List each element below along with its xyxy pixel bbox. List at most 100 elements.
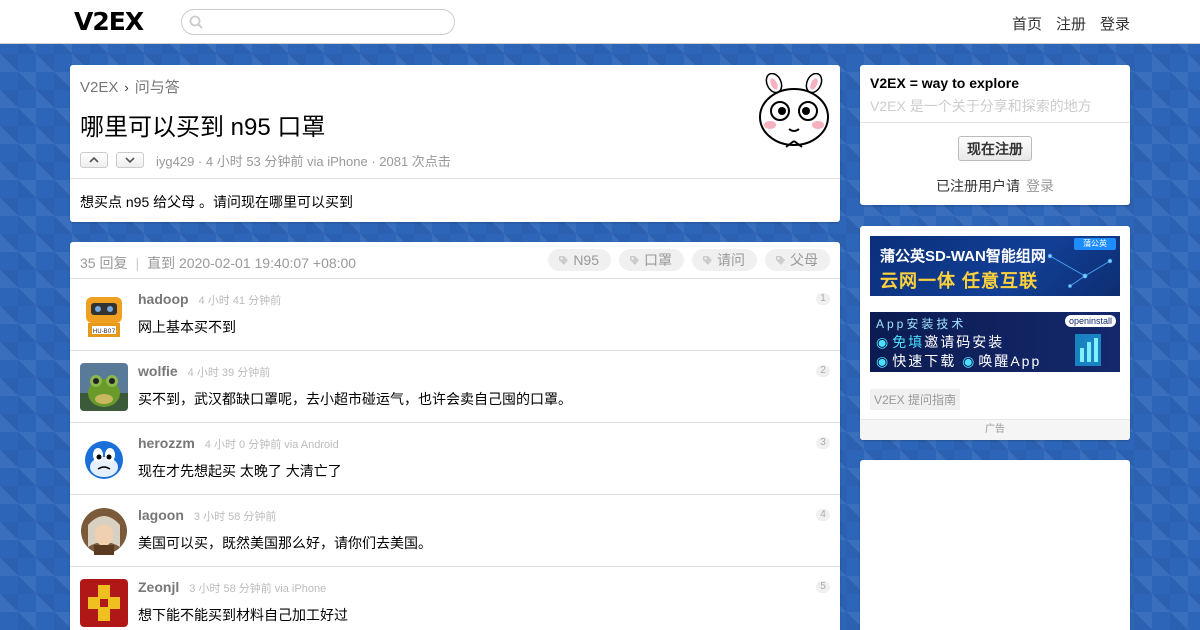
reply-item: HU-B07 hadoop 4 小时 41 分钟前 网上基本买不到 1 xyxy=(70,278,840,350)
upvote-button[interactable] xyxy=(80,152,108,168)
ad-text: 免填 xyxy=(892,334,925,350)
nav-login[interactable]: 登录 xyxy=(1100,16,1130,33)
reply-until: 直到 2020-02-01 19:40:07 +08:00 xyxy=(147,255,357,271)
reply-time: 3 小时 58 分钟前 via iPhone xyxy=(189,583,327,595)
user-avatar[interactable] xyxy=(80,363,128,411)
tag-icon xyxy=(776,255,785,265)
ad-banner-pgy[interactable]: 蒲公英SD-WAN智能组网 云网一体 任意互联 蒲公英 xyxy=(870,236,1120,296)
reply-body: 想下能不能买到材料自己加工好过 xyxy=(138,607,348,623)
sidebar-title: V2EX = way to explore xyxy=(870,75,1020,91)
welcome-box: V2EX = way to explore V2EX 是一个关于分享和探索的地方… xyxy=(860,65,1130,205)
username[interactable]: Zeonjl xyxy=(138,579,179,595)
divider xyxy=(860,122,1130,123)
login-prompt: 已注册用户请 登录 xyxy=(860,176,1130,196)
top-bar: V2EX 首页 注册 登录 xyxy=(0,0,1200,44)
reply-number: 2 xyxy=(816,365,830,377)
ad-brand-badge: 蒲公英 xyxy=(1074,238,1116,250)
username[interactable]: lagoon xyxy=(138,507,184,523)
reply-number: 4 xyxy=(816,509,830,521)
reply-user[interactable]: lagoon 3 小时 58 分钟前 xyxy=(138,507,276,524)
ads-box: 蒲公英SD-WAN智能组网 云网一体 任意互联 蒲公英 App安装技术 ◉ 免填邀… xyxy=(860,226,1130,440)
ad-headline: App安装技术 xyxy=(876,317,967,331)
tag[interactable]: 口罩 xyxy=(619,249,684,271)
author-avatar[interactable] xyxy=(756,73,832,149)
breadcrumb-separator: › xyxy=(124,80,129,95)
ad-line-3: ◉ 快速下载 ◉ 唤醒App xyxy=(876,351,1041,371)
reply-body: 网上基本买不到 xyxy=(138,319,236,335)
nav-register[interactable]: 注册 xyxy=(1056,16,1086,33)
reply-time: 4 小时 41 分钟前 xyxy=(198,295,282,307)
reply-user[interactable]: Zeonjl 3 小时 58 分钟前 via iPhone xyxy=(138,579,326,596)
tag-icon xyxy=(630,255,639,265)
reply-item: lagoon 3 小时 58 分钟前 美国可以买，既然美国那么好，请你们去美国。 … xyxy=(70,494,840,566)
search-input[interactable] xyxy=(210,13,446,31)
tag-icon xyxy=(703,255,712,265)
reply-number: 1 xyxy=(816,293,830,305)
topic-box: V2EX › 问与答 哪里可以买到 n95 口罩 iyg429 · 4 小时 53 … xyxy=(70,65,840,222)
site-logo[interactable]: V2EX xyxy=(74,7,144,36)
tag-label: N95 xyxy=(573,252,599,268)
reply-item: wolfie 4 小时 39 分钟前 买不到，武汉都缺口罩呢，去小超市碰运气，也许… xyxy=(70,350,840,422)
reply-item: Zeonjl 3 小时 58 分钟前 via iPhone 想下能不能买到材料自己… xyxy=(70,566,840,630)
breadcrumb-node[interactable]: 问与答 xyxy=(135,79,180,96)
search-box[interactable] xyxy=(181,9,455,35)
reply-count: 35 回复 xyxy=(80,255,128,271)
ad-banner-openinstall[interactable]: App安装技术 ◉ 免填邀请码安装 ◉ 快速下载 ◉ 唤醒App openinstal… xyxy=(870,312,1120,372)
divider xyxy=(70,178,840,179)
reply-body: 现在才先想起买 太晚了 大清亡了 xyxy=(138,463,342,479)
reply-number: 3 xyxy=(816,437,830,449)
tag[interactable]: 父母 xyxy=(765,249,830,271)
tag[interactable]: 请问 xyxy=(692,249,757,271)
reply-time: 4 小时 0 分钟前 via Android xyxy=(204,439,339,451)
bullet-icon: ◉ xyxy=(876,334,891,350)
tag[interactable]: N95 xyxy=(548,249,611,271)
user-avatar[interactable] xyxy=(80,435,128,483)
ad-footer-label: 广告 xyxy=(860,419,1130,440)
breadcrumb: V2EX › 问与答 xyxy=(80,76,180,97)
ad-line-2: ◉ 免填邀请码安装 xyxy=(876,332,1004,352)
replies-header: 35 回复 | 直到 2020-02-01 19:40:07 +08:00 xyxy=(80,253,356,273)
replies-box: 35 回复 | 直到 2020-02-01 19:40:07 +08:00 N95 … xyxy=(70,242,840,630)
tag-label: 请问 xyxy=(717,252,745,268)
reply-number: 5 xyxy=(816,581,830,593)
ad-brand-badge: openinstall xyxy=(1064,315,1116,327)
username[interactable]: wolfie xyxy=(138,363,178,379)
register-button[interactable]: 现在注册 xyxy=(958,136,1032,161)
separator: | xyxy=(135,255,140,271)
ad-headline: 蒲公英SD-WAN智能组网 xyxy=(880,248,1046,265)
ad-text: 邀请码安装 xyxy=(924,334,1005,350)
username[interactable]: herozzm xyxy=(138,435,195,451)
tag-label: 口罩 xyxy=(644,252,672,268)
user-avatar[interactable] xyxy=(80,507,128,555)
sidebar-subtitle: V2EX 是一个关于分享和探索的地方 xyxy=(870,98,1092,114)
topic-meta: iyg429 · 4 小时 53 分钟前 via iPhone · 2081 次… xyxy=(156,154,451,169)
bullet-icon: ◉ xyxy=(876,353,891,369)
bullet-icon: ◉ xyxy=(962,353,977,369)
reply-user[interactable]: herozzm 4 小时 0 分钟前 via Android xyxy=(138,435,339,452)
ask-guide-link[interactable]: V2EX 提问指南 xyxy=(870,389,961,410)
tag-list: N95 口罩 请问 父母 xyxy=(548,249,830,271)
reply-body: 买不到，武汉都缺口罩呢，去小超市碰运气，也许会卖自己囤的口罩。 xyxy=(138,391,572,407)
user-avatar[interactable] xyxy=(80,579,128,627)
topic-title: 哪里可以买到 n95 口罩 xyxy=(80,114,326,141)
reply-body: 美国可以买，既然美国那么好，请你们去美国。 xyxy=(138,535,432,551)
downvote-button[interactable] xyxy=(116,152,144,168)
ad-text: 唤醒App xyxy=(978,353,1042,369)
nav-home[interactable]: 首页 xyxy=(1012,16,1042,33)
tag-label: 父母 xyxy=(790,252,818,268)
user-avatar[interactable]: HU-B07 xyxy=(80,291,128,339)
login-link[interactable]: 登录 xyxy=(1026,178,1054,194)
chevron-down-icon xyxy=(125,157,135,164)
login-prompt-text: 已注册用户请 xyxy=(936,178,1020,194)
chevron-up-icon xyxy=(89,156,99,163)
svg-text:HU-B07: HU-B07 xyxy=(93,328,116,335)
username[interactable]: hadoop xyxy=(138,291,189,307)
topic-content: 想买点 n95 给父母 。请问现在哪里可以买到 xyxy=(80,194,354,210)
reply-user[interactable]: hadoop 4 小时 41 分钟前 xyxy=(138,291,281,308)
reply-user[interactable]: wolfie 4 小时 39 分钟前 xyxy=(138,363,270,380)
tag-icon xyxy=(559,255,569,265)
breadcrumb-site[interactable]: V2EX xyxy=(80,79,118,96)
ad-tagline: 云网一体 任意互联 xyxy=(880,271,1039,291)
ad-text: 快速下载 xyxy=(892,353,957,369)
reply-time: 3 小时 58 分钟前 xyxy=(193,511,277,523)
